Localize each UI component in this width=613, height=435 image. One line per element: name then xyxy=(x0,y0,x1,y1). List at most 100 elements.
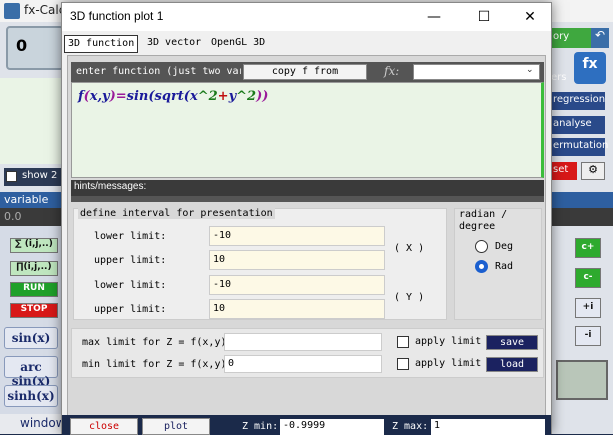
formula-pow1: ^2 xyxy=(197,89,218,104)
close-button[interactable]: close xyxy=(70,418,138,435)
bg-right-dark xyxy=(551,208,613,226)
tab-3d-vector[interactable]: 3D vector xyxy=(144,35,204,53)
y-lower-input[interactable]: -10 xyxy=(209,275,385,295)
deg-radio[interactable] xyxy=(475,240,488,253)
bg-regression-button[interactable]: regression xyxy=(551,92,605,110)
rad-label: Rad xyxy=(495,261,514,272)
formula-eq: = xyxy=(115,89,127,104)
dialog-titlebar: 3D function plot 1 — ☐ ✕ xyxy=(62,3,551,31)
bg-sin-button[interactable]: sin(x) xyxy=(4,327,58,349)
tab-bar: 3D function 3D vector OpenGL 3D xyxy=(62,33,551,55)
y-axis-label: ( Y ) xyxy=(394,292,425,303)
z-limit-group: max limit for Z = f(x,y) apply limit sav… xyxy=(71,328,544,378)
interval-title: define interval for presentation xyxy=(78,208,275,219)
apply-min-checkbox[interactable] xyxy=(397,358,409,370)
maximize-icon[interactable]: ☐ xyxy=(464,3,504,31)
bg-right-strip xyxy=(551,192,613,208)
tab-opengl-3d[interactable]: OpenGL 3D xyxy=(208,35,268,53)
zmin-limit-label: min limit for Z = f(x,y) xyxy=(82,359,227,370)
bottom-bar: close plot Z min: -0.9999 Z max: 1 xyxy=(62,415,551,435)
bg-plus-i-button[interactable]: +i xyxy=(575,298,601,318)
bg-run-button[interactable]: RUN xyxy=(10,282,58,297)
formula-plus: + xyxy=(217,89,229,104)
zmax-label: Z max: xyxy=(392,421,429,432)
zmax-limit-label: max limit for Z = f(x,y) xyxy=(82,337,227,348)
save-button[interactable]: save xyxy=(486,335,538,350)
bg-sinh-button[interactable]: sinh(x) xyxy=(4,385,58,407)
fx-select[interactable] xyxy=(413,64,540,80)
enter-function-label: enter function (just two var xyxy=(76,66,241,77)
load-button[interactable]: load xyxy=(486,357,538,372)
angle-unit-title: radian / degree xyxy=(459,209,508,232)
bg-analyse-button[interactable]: analyse xyxy=(551,116,605,134)
bg-fx-logo: fx xyxy=(574,52,606,84)
bg-variable-label: variable 1 xyxy=(0,192,62,219)
x-upper-label: upper limit: xyxy=(94,255,167,266)
bg-c-minus-button[interactable]: c- xyxy=(575,268,601,288)
formula-y: y xyxy=(102,89,110,104)
plot-button[interactable]: plot xyxy=(142,418,210,435)
bg-product-button[interactable]: ∏(i,j,..) xyxy=(10,261,58,276)
hints-label: hints/messages: xyxy=(74,181,147,192)
x-lower-input[interactable]: -10 xyxy=(209,226,385,246)
x-axis-label: ( X ) xyxy=(394,243,425,254)
apply-min-label: apply limit xyxy=(415,358,482,369)
copy-function-button[interactable]: copy f from xyxy=(243,64,367,80)
y-lower-label: lower limit: xyxy=(94,280,167,291)
chevron-down-icon[interactable]: ⌄ xyxy=(526,65,534,75)
function-formula[interactable]: f(x,y)=sin(sqrt(x^2+y^2)) xyxy=(78,89,268,104)
formula-x2: x xyxy=(189,89,198,104)
bg-arcsin-button[interactable]: arc sin(x) xyxy=(4,356,58,388)
y-upper-input[interactable]: 10 xyxy=(209,299,385,319)
plot-dialog: 3D function plot 1 — ☐ ✕ 3D function 3D … xyxy=(61,2,552,435)
bg-app-title: fx-Calc xyxy=(24,3,66,17)
angle-unit-group: radian / degree Deg Rad xyxy=(454,208,542,320)
bg-taskbar-label[interactable]: window xyxy=(0,414,66,434)
hints-area xyxy=(71,196,544,202)
y-upper-label: upper limit: xyxy=(94,304,167,315)
bg-undo-icon[interactable]: ↶ xyxy=(591,28,609,48)
bg-gear-icon[interactable]: ⚙ xyxy=(581,162,605,180)
bg-minus-i-button[interactable]: -i xyxy=(575,326,601,346)
zmin-limit-input[interactable]: 0 xyxy=(224,355,382,373)
bg-left-panel xyxy=(0,78,62,164)
x-lower-label: lower limit: xyxy=(94,231,167,242)
formula-end: )) xyxy=(256,89,269,104)
enter-function-bar: enter function (just two var copy f from… xyxy=(71,62,544,82)
bg-display xyxy=(6,26,64,70)
formula-x: x xyxy=(89,89,98,104)
fx-calc-icon xyxy=(4,3,20,19)
dialog-title: 3D function plot 1 xyxy=(70,9,164,23)
apply-max-label: apply limit xyxy=(415,336,482,347)
bg-right-display xyxy=(556,360,608,400)
close-icon[interactable]: ✕ xyxy=(510,3,550,31)
formula-y2: y xyxy=(228,89,237,104)
bg-ers-label: ers xyxy=(551,72,567,83)
bg-history-button[interactable]: ory xyxy=(551,28,591,48)
zmin-value: -0.9999 xyxy=(280,419,384,435)
formula-pow2: ^2 xyxy=(236,89,257,104)
function-editor[interactable]: f(x,y)=sin(sqrt(x^2+y^2)) xyxy=(71,82,544,178)
x-upper-input[interactable]: 10 xyxy=(209,250,385,270)
bg-c-plus-button[interactable]: c+ xyxy=(575,238,601,258)
zmin-label: Z min: xyxy=(242,421,279,432)
function-panel: enter function (just two var copy f from… xyxy=(67,55,546,425)
rad-radio[interactable] xyxy=(475,260,488,273)
bg-sum-button[interactable]: ∑ (i,j,..) xyxy=(10,238,58,253)
apply-max-checkbox[interactable] xyxy=(397,336,409,348)
bg-variable-value: 0.0 xyxy=(0,208,62,226)
bg-show-checkbox[interactable] xyxy=(6,171,17,182)
hints-bar: hints/messages: xyxy=(71,180,544,196)
formula-body: sin(sqrt( xyxy=(126,89,190,104)
fx-label: fx: xyxy=(384,64,400,78)
bg-display-value: 0 xyxy=(16,36,28,55)
minimize-icon[interactable]: — xyxy=(414,3,454,31)
bg-permutation-button[interactable]: ermutation xyxy=(551,138,608,156)
interval-group: define interval for presentation lower l… xyxy=(73,208,447,320)
tab-3d-function[interactable]: 3D function xyxy=(64,35,139,53)
bg-reset-button[interactable]: set xyxy=(551,162,577,180)
bg-stop-button[interactable]: STOP xyxy=(10,303,58,318)
deg-label: Deg xyxy=(495,241,514,252)
zmax-value: 1 xyxy=(431,419,545,435)
zmax-limit-input[interactable] xyxy=(224,333,382,351)
